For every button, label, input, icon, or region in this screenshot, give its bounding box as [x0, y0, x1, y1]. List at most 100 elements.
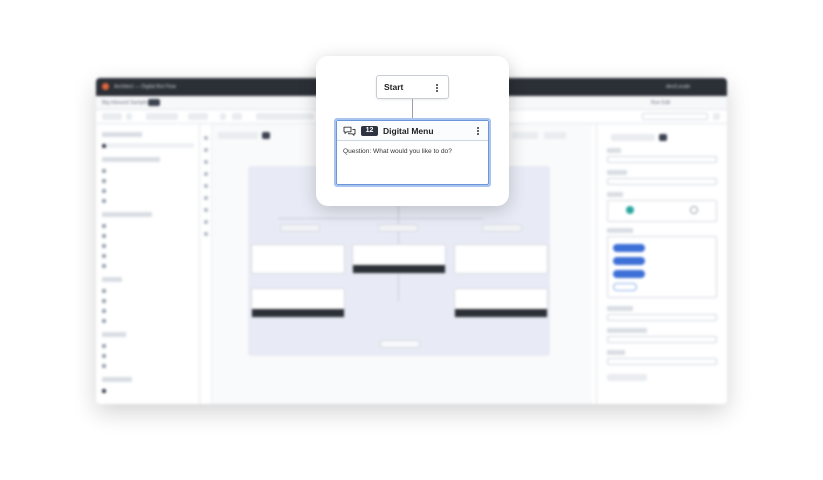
sidebar-item[interactable]	[102, 263, 150, 268]
sidebar-item[interactable]	[102, 188, 132, 193]
menu-node-question: Question: What would you like to do?	[343, 148, 452, 155]
canvas-control[interactable]	[544, 132, 566, 139]
flow-name: Big Inbound Sample	[102, 100, 148, 106]
sidebar-item[interactable]	[102, 243, 142, 248]
sidebar-item[interactable]	[102, 253, 162, 258]
rail-tool-icon[interactable]	[204, 220, 208, 224]
sidebar-item[interactable]	[102, 363, 138, 368]
toolbox-sidebar	[96, 124, 200, 404]
toolbar-button[interactable]	[220, 113, 226, 120]
sidebar-item[interactable]	[102, 388, 146, 393]
menu-node-kebab-menu-icon[interactable]	[477, 127, 480, 137]
node-action-bar[interactable]	[455, 309, 547, 317]
sidebar-section-header	[102, 377, 132, 382]
menu-choice-chip[interactable]	[482, 224, 522, 232]
toolbar-button[interactable]	[232, 113, 242, 120]
sidebar-item[interactable]	[102, 178, 124, 183]
sidebar-item[interactable]	[102, 298, 140, 303]
sidebar-section-header	[102, 157, 160, 162]
panel-field-label	[607, 148, 621, 153]
menu-choice-chip[interactable]	[280, 224, 320, 232]
menu-choice-chip[interactable]	[378, 224, 418, 232]
toolbar-button[interactable]	[146, 113, 178, 120]
panel-field-label	[607, 170, 627, 175]
flow-node[interactable]	[454, 244, 548, 274]
sidebar-item[interactable]	[102, 143, 194, 148]
panel-question-field[interactable]	[607, 178, 717, 185]
digital-menu-node-selection: 12 Digital Menu Question: What would you…	[336, 120, 489, 185]
digital-menu-node-header[interactable]: 12 Digital Menu	[337, 121, 488, 141]
sidebar-item[interactable]	[102, 318, 134, 323]
panel-field-label	[607, 192, 623, 197]
rail-tool-icon[interactable]	[204, 160, 208, 164]
subbar-actions[interactable]: Run Edit	[651, 100, 670, 106]
add-choice-button[interactable]	[613, 283, 637, 291]
rail-tool-icon[interactable]	[204, 208, 208, 212]
rail-tool-icon[interactable]	[204, 196, 208, 200]
rail-tool-icon[interactable]	[204, 136, 208, 140]
sidebar-section-header	[102, 277, 122, 282]
flow-node[interactable]	[454, 288, 548, 318]
rail-tool-icon[interactable]	[204, 232, 208, 236]
zoom-callout-card: Start 12 Digital Menu Question: What wou…	[316, 56, 509, 206]
panel-link-button[interactable]	[607, 374, 647, 381]
start-node-kebab-menu-icon[interactable]	[436, 84, 439, 94]
node-action-bar[interactable]	[353, 265, 445, 273]
flow-node[interactable]	[251, 244, 345, 274]
choice-pill[interactable]	[613, 257, 645, 265]
toolbar-button[interactable]	[188, 113, 208, 120]
node-action-bar[interactable]	[252, 309, 344, 317]
search-input[interactable]	[642, 113, 708, 120]
start-node[interactable]: Start	[376, 75, 449, 99]
panel-name-field[interactable]	[607, 156, 717, 163]
toolbar-button[interactable]	[126, 113, 132, 120]
option-selected-icon[interactable]	[626, 206, 634, 214]
panel-field-label	[607, 350, 625, 355]
sidebar-item[interactable]	[102, 168, 128, 173]
panel-title	[611, 134, 655, 141]
toolbar-button[interactable]	[256, 113, 314, 120]
flow-status-badge	[148, 99, 160, 106]
sidebar-item[interactable]	[102, 353, 132, 358]
screenshot-stage: Architect — Digital Bot Flow dev/Locale …	[0, 0, 823, 480]
app-logo	[102, 83, 109, 90]
canvas-badge	[262, 132, 270, 139]
panel-field-label	[607, 306, 633, 311]
panel-select-field[interactable]	[607, 314, 717, 321]
flow-node[interactable]	[352, 244, 446, 274]
rail-tool-icon[interactable]	[204, 148, 208, 152]
comments-icon	[343, 126, 356, 136]
app-title: Architect — Digital Bot Flow	[114, 84, 176, 90]
choice-pill[interactable]	[613, 244, 645, 252]
sidebar-item[interactable]	[102, 233, 138, 238]
panel-option-group[interactable]	[607, 200, 717, 222]
start-node-label: Start	[384, 82, 404, 92]
flow-connector	[278, 218, 483, 219]
option-unselected-icon[interactable]	[690, 206, 698, 214]
digital-menu-node[interactable]: 12 Digital Menu Question: What would you…	[334, 118, 491, 187]
canvas-breadcrumb	[218, 132, 258, 139]
flow-node[interactable]	[251, 288, 345, 318]
sidebar-item[interactable]	[102, 308, 152, 313]
canvas-control[interactable]	[512, 132, 538, 139]
sidebar-section-header	[102, 132, 142, 137]
disconnect-chip[interactable]	[380, 340, 420, 348]
properties-panel	[596, 124, 727, 404]
toolbar-button[interactable]	[102, 113, 122, 120]
toolbar-button[interactable]	[713, 113, 720, 120]
user-menu[interactable]: dev/Locale	[666, 84, 690, 90]
sidebar-section-header	[102, 212, 152, 217]
choice-pill[interactable]	[613, 270, 645, 278]
sidebar-section-header	[102, 332, 126, 337]
menu-node-count-badge: 12	[361, 126, 378, 136]
sidebar-item[interactable]	[102, 343, 124, 348]
panel-select-field[interactable]	[607, 336, 717, 343]
sidebar-item[interactable]	[102, 288, 132, 293]
panel-select-field[interactable]	[607, 358, 717, 365]
sidebar-item[interactable]	[102, 198, 136, 203]
rail-tool-icon[interactable]	[204, 184, 208, 188]
panel-field-label	[607, 228, 633, 233]
rail-tool-icon[interactable]	[204, 172, 208, 176]
menu-node-title: Digital Menu	[383, 126, 434, 136]
sidebar-item[interactable]	[102, 223, 154, 228]
